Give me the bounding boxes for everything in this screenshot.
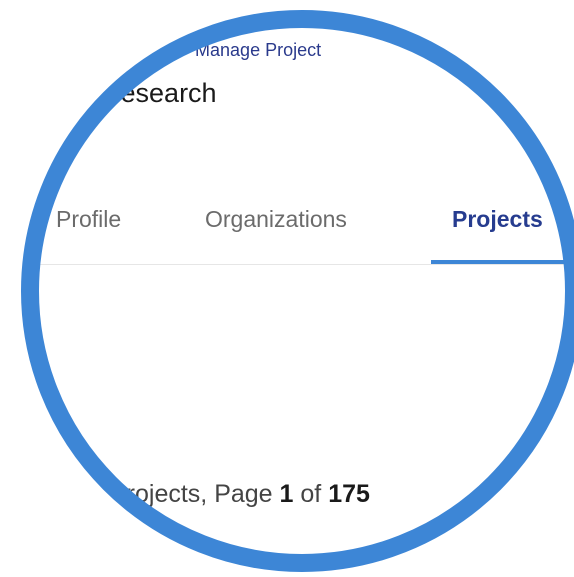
pagination-summary: Projects, Page 1 of 175 bbox=[110, 480, 370, 509]
pagination-prefix: Projects, Page bbox=[110, 480, 280, 508]
tab-profile[interactable]: Profile bbox=[56, 206, 121, 233]
active-tab-indicator bbox=[431, 260, 574, 264]
page-title: gy Research bbox=[65, 78, 217, 108]
current-page: 1 bbox=[279, 480, 294, 508]
total-pages: 175 bbox=[328, 480, 370, 508]
tab-bar: Profile Organizations Projects bbox=[0, 190, 574, 265]
magnified-view: board - Manage Project gy Research Profi… bbox=[0, 0, 574, 577]
pagination-of: of bbox=[293, 480, 329, 508]
tab-organizations[interactable]: Organizations bbox=[205, 206, 347, 233]
breadcrumb[interactable]: board - Manage Project bbox=[133, 40, 321, 61]
tab-projects[interactable]: Projects bbox=[452, 206, 543, 233]
